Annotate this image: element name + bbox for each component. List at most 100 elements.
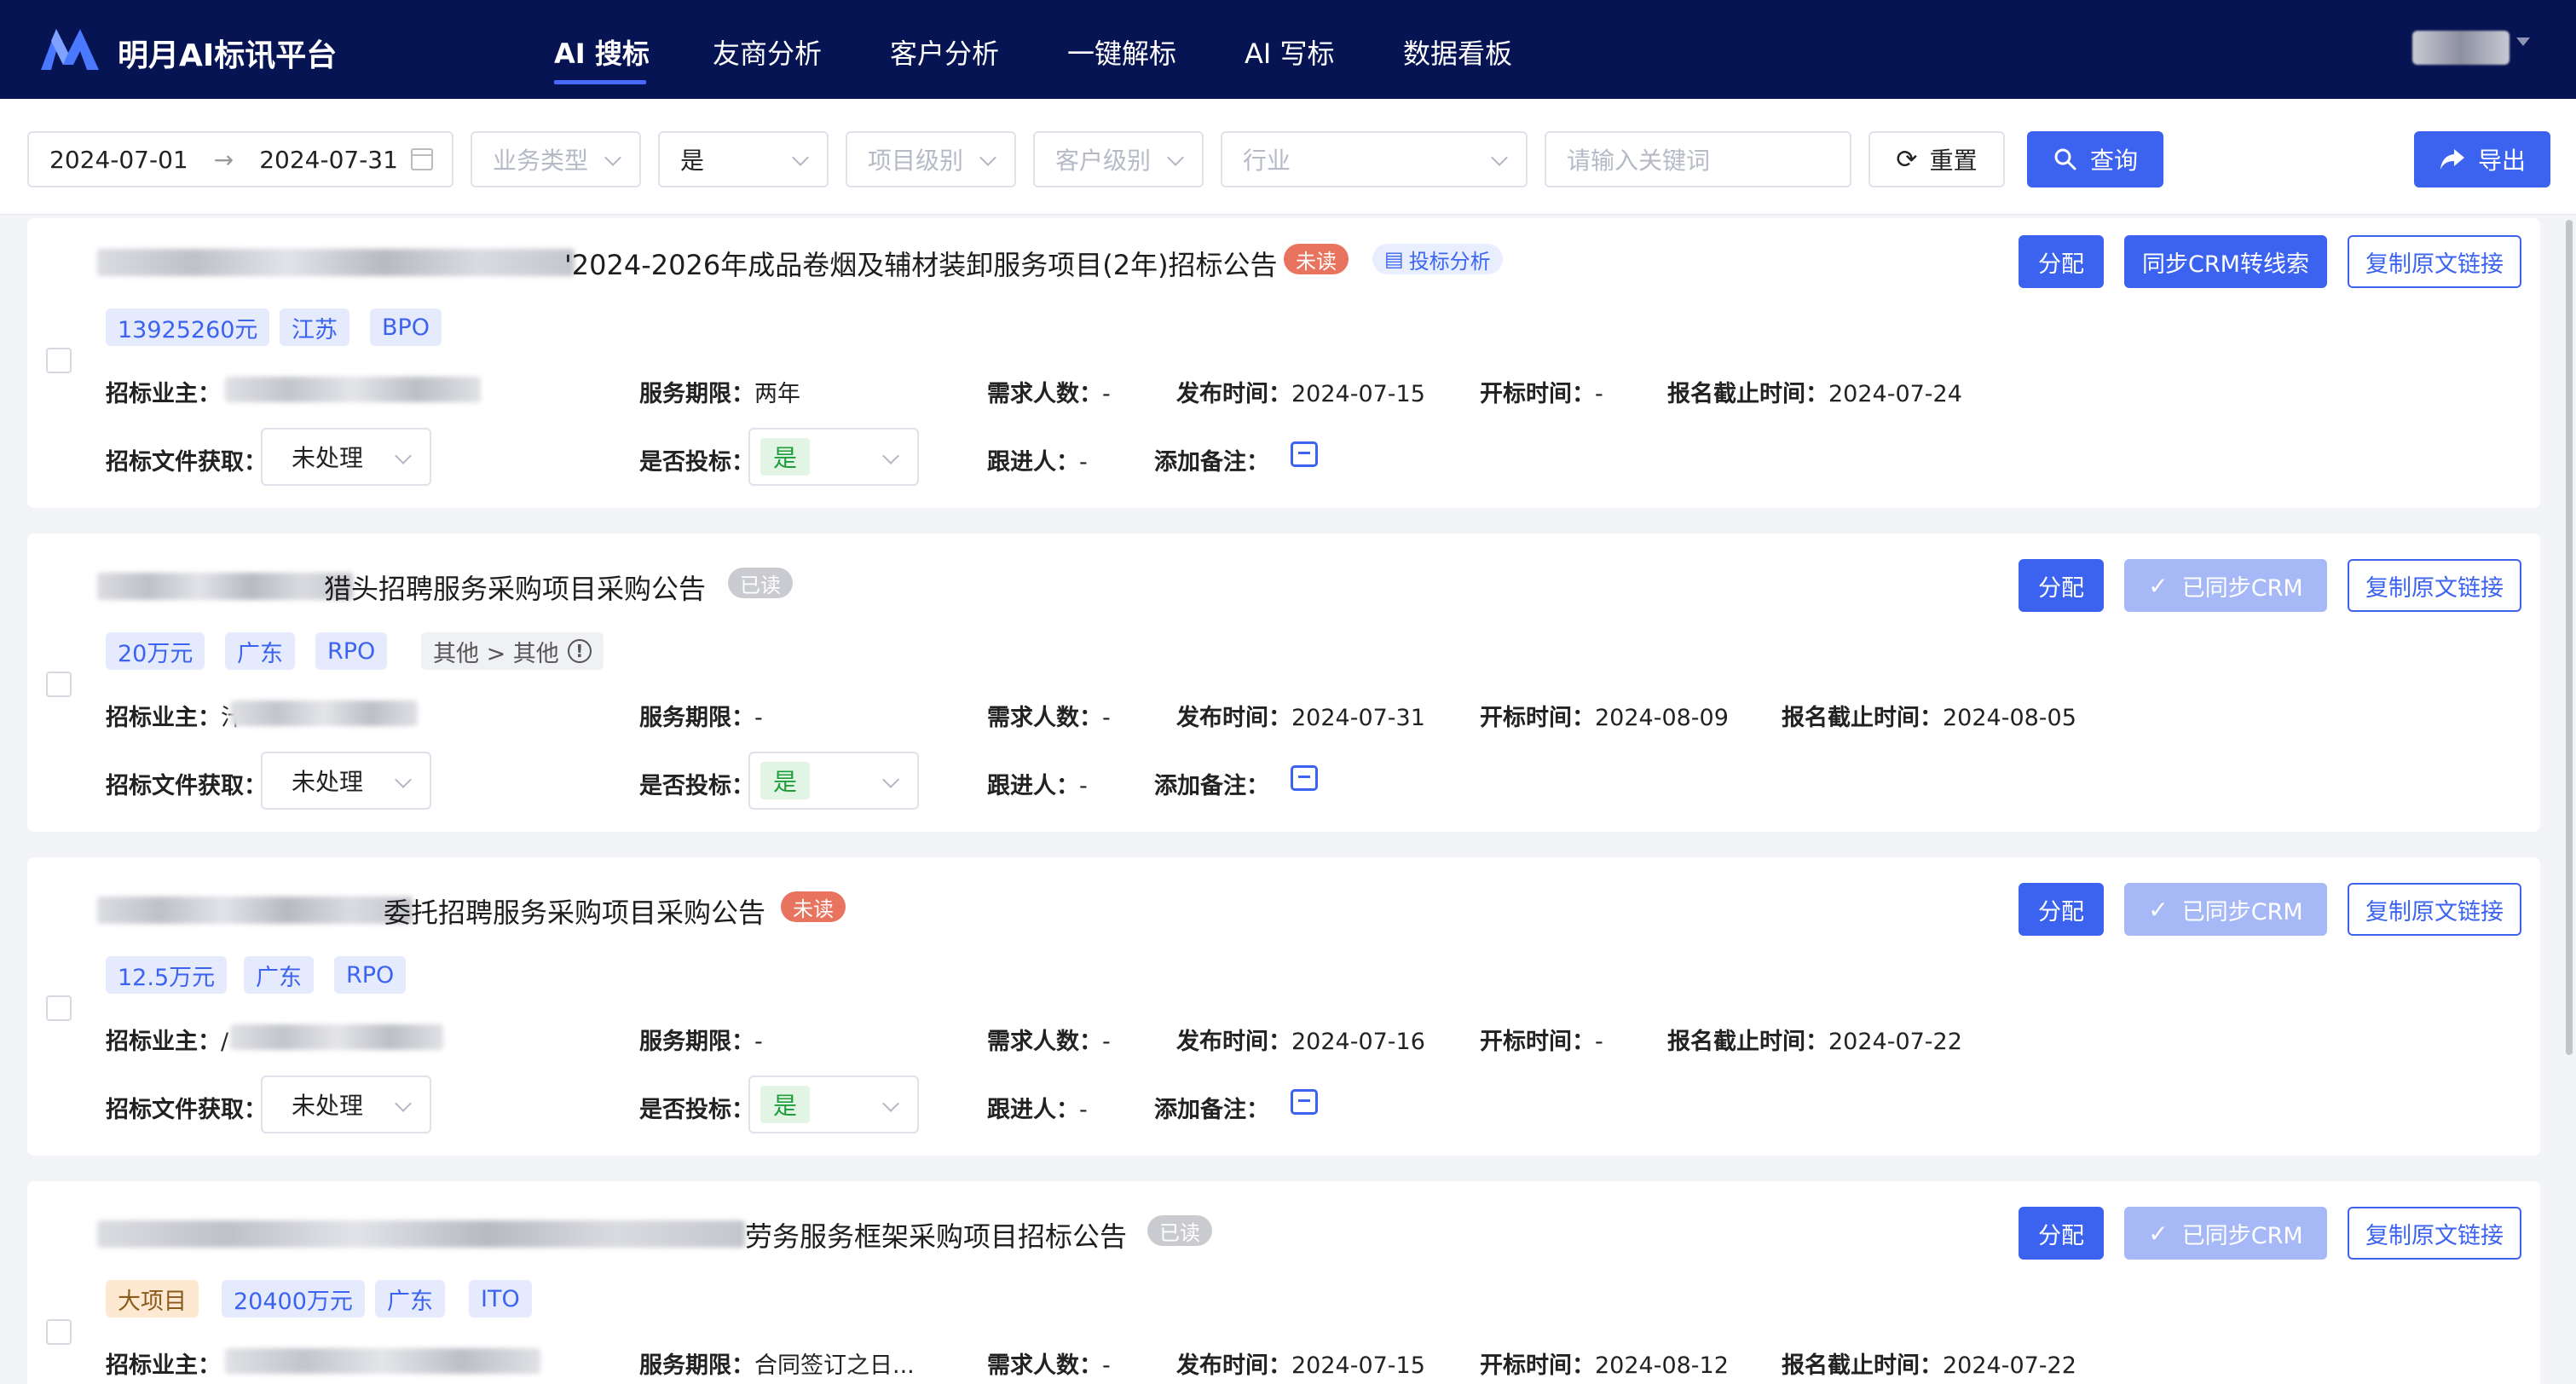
open-time-label: 开标时间： — [1480, 1029, 1595, 1055]
search-button[interactable]: 查询 — [2027, 131, 2163, 187]
headcount-value: - — [1102, 705, 1111, 731]
open-time-value: 2024-08-09 — [1595, 705, 1729, 731]
row-checkbox[interactable] — [46, 348, 72, 373]
chevron-down-icon — [882, 1095, 899, 1112]
is-bid-select[interactable]: 是 — [748, 428, 919, 486]
comment-icon[interactable] — [1291, 765, 1318, 791]
owner-redacted — [230, 1024, 443, 1050]
export-label: 导出 — [2477, 147, 2526, 175]
deadline-label: 报名截止时间： — [1782, 705, 1943, 731]
follower-value: - — [1079, 773, 1088, 799]
headcount-label: 需求人数： — [987, 381, 1102, 407]
assign-button[interactable]: 分配 — [2019, 235, 2104, 288]
service-period-label: 服务期限： — [639, 1029, 754, 1055]
is-bid-label: 是否投标： — [639, 773, 754, 799]
publish-time-value: 2024-07-15 — [1291, 1352, 1425, 1379]
assign-button[interactable]: 分配 — [2019, 883, 2104, 936]
share-arrow-icon — [2440, 149, 2464, 170]
chevron-down-icon — [979, 149, 996, 166]
comment-icon[interactable] — [1291, 1089, 1318, 1115]
owner-label: 招标业主： — [106, 381, 221, 407]
publish-time-label: 发布时间： — [1176, 1029, 1291, 1055]
assign-button[interactable]: 分配 — [2019, 559, 2104, 612]
publish-time-field: 发布时间：2024-07-31 — [1176, 699, 1425, 732]
copy-link-button[interactable]: 复制原文链接 — [2348, 235, 2521, 288]
service-period-field: 服务期限：两年 — [639, 375, 800, 408]
keyword-placeholder: 请输入关键词 — [1567, 147, 1711, 175]
is-bid-value: 是 — [760, 762, 810, 799]
scrollbar-thumb[interactable] — [2566, 220, 2573, 1055]
user-avatar[interactable] — [2412, 31, 2510, 65]
row-checkbox[interactable] — [46, 995, 72, 1021]
deadline-value: 2024-07-22 — [1943, 1352, 2076, 1379]
tag-category: ITO — [469, 1280, 532, 1318]
item-title[interactable]: 猎头招聘服务采购项目采购公告 — [324, 568, 706, 607]
assign-button[interactable]: 分配 — [2019, 1207, 2104, 1260]
is-bid-label: 是否投标： — [639, 449, 754, 476]
tag-amount: 20万元 — [106, 632, 205, 670]
project-level-select[interactable]: 项目级别 — [846, 131, 1016, 187]
title-redacted — [97, 1220, 745, 1248]
headcount-field: 需求人数：- — [987, 699, 1111, 732]
chevron-down-icon — [882, 771, 899, 788]
copy-link-button[interactable]: 复制原文链接 — [2348, 559, 2521, 612]
comment-icon[interactable] — [1291, 441, 1318, 467]
sync-crm-button[interactable]: 同步CRM转线索 — [2124, 235, 2327, 288]
owner-label: 招标业主： — [106, 1352, 221, 1379]
service-period-field: 服务期限：- — [639, 1023, 763, 1056]
publish-time-value: 2024-07-31 — [1291, 705, 1425, 731]
industry-select[interactable]: 行业 — [1221, 131, 1528, 187]
headcount-field: 需求人数：- — [987, 375, 1111, 408]
user-menu-caret-icon[interactable] — [2516, 37, 2530, 46]
is-bid-select[interactable]: 是 — [748, 752, 919, 810]
chevron-down-icon — [882, 447, 899, 464]
info-icon[interactable]: ! — [567, 639, 592, 663]
date-range-picker[interactable]: 2024-07-01 → 2024-07-31 — [27, 131, 453, 187]
owner-field: 招标业主： — [106, 1347, 221, 1380]
doc-status-value: 未处理 — [292, 768, 364, 796]
bid-flag-select[interactable]: 是 — [658, 131, 829, 187]
is-bid-field: 是否投标： — [639, 1091, 754, 1124]
follower-field: 跟进人：- — [987, 767, 1088, 800]
row-checkbox[interactable] — [46, 1319, 72, 1345]
owner-label: 招标业主： — [106, 1029, 221, 1055]
tab-data-dashboard[interactable]: 数据看板 — [1403, 32, 1512, 72]
tab-ai-search[interactable]: AI 搜标 — [554, 32, 650, 72]
service-period-field: 服务期限：合同签订之日... — [639, 1347, 915, 1380]
export-button[interactable]: 导出 — [2414, 131, 2550, 187]
doc-status-select[interactable]: 未处理 — [261, 752, 431, 810]
classification-label: 其他 > 其他 — [433, 640, 559, 667]
copy-link-button[interactable]: 复制原文链接 — [2348, 883, 2521, 936]
item-title[interactable]: '2024-2026年成品卷烟及辅材装卸服务项目(2年)招标公告 — [564, 244, 1278, 283]
tag-category: RPO — [334, 956, 407, 994]
doc-get-field: 招标文件获取： — [106, 767, 267, 800]
business-type-select[interactable]: 业务类型 — [471, 131, 641, 187]
copy-link-button[interactable]: 复制原文链接 — [2348, 1207, 2521, 1260]
tab-one-click-parse[interactable]: 一键解标 — [1067, 32, 1176, 72]
top-navbar: 明月AI标讯平台 AI 搜标 友商分析 客户分析 一键解标 AI 写标 数据看板 — [0, 0, 2576, 99]
is-bid-value: 是 — [760, 438, 810, 476]
tag-region: 江苏 — [280, 309, 349, 346]
is-bid-select[interactable]: 是 — [748, 1075, 919, 1133]
item-title[interactable]: 劳务服务框架采购项目招标公告 — [745, 1215, 1127, 1254]
owner-label: 招标业主： — [106, 705, 221, 731]
tag-region: 广东 — [375, 1280, 445, 1318]
owner-field: 招标业主：/ — [106, 1023, 228, 1056]
bid-analysis-tag[interactable]: ▤ 投标分析 — [1372, 244, 1503, 274]
tab-customer-analysis[interactable]: 客户分析 — [890, 32, 999, 72]
tab-competitor-analysis[interactable]: 友商分析 — [713, 32, 822, 72]
item-title[interactable]: 委托招聘服务采购项目采购公告 — [384, 891, 765, 931]
customer-level-select[interactable]: 客户级别 — [1033, 131, 1204, 187]
reset-button[interactable]: ⟳ 重置 — [1868, 131, 2005, 187]
status-badge: 已读 — [1147, 1215, 1212, 1246]
tag-classification: 其他 > 其他 ! — [421, 632, 604, 670]
doc-get-field: 招标文件获取： — [106, 1091, 267, 1124]
doc-status-select[interactable]: 未处理 — [261, 428, 431, 486]
tab-ai-writing[interactable]: AI 写标 — [1245, 32, 1335, 72]
is-bid-field: 是否投标： — [639, 443, 754, 476]
keyword-input[interactable]: 请输入关键词 — [1545, 131, 1851, 187]
headcount-value: - — [1102, 1352, 1111, 1379]
doc-status-select[interactable]: 未处理 — [261, 1075, 431, 1133]
row-checkbox[interactable] — [46, 672, 72, 697]
follower-label: 跟进人： — [987, 773, 1079, 799]
